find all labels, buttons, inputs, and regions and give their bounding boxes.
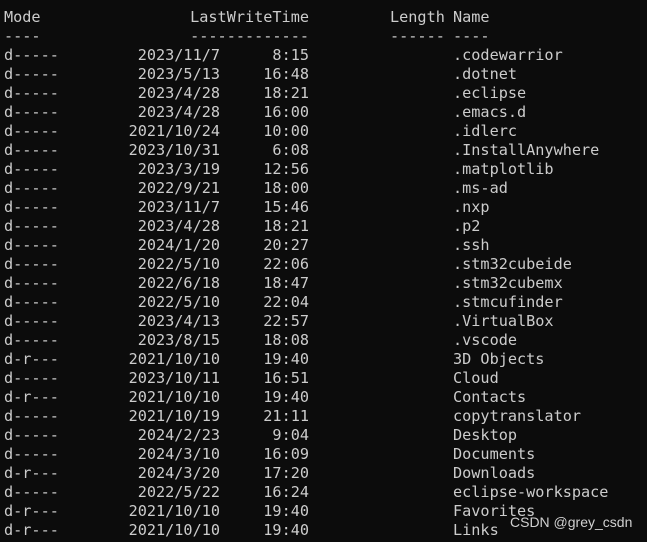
underline-name: ---- xyxy=(453,27,490,45)
row-name: .stm32cubemx xyxy=(453,274,563,292)
row-name: Cloud xyxy=(453,369,499,387)
header-last-write-time: LastWriteTime xyxy=(190,8,309,26)
row-time: 9:04 xyxy=(272,426,309,444)
row-time: 19:40 xyxy=(263,388,309,406)
row-name: .idlerc xyxy=(453,122,518,140)
row-time: 18:08 xyxy=(263,331,309,349)
row-name: Documents xyxy=(453,445,536,463)
row-time: 19:40 xyxy=(263,502,309,520)
row-name: 3D Objects xyxy=(453,350,545,368)
row-time: 16:09 xyxy=(263,445,309,463)
row-time: 16:51 xyxy=(263,369,309,387)
row-name: eclipse-workspace xyxy=(453,483,609,501)
row-name: .stmcufinder xyxy=(453,293,563,311)
row-name: .p2 xyxy=(453,217,481,235)
row-time: 18:47 xyxy=(263,274,309,292)
row-time: 21:11 xyxy=(263,407,309,425)
row-time: 6:08 xyxy=(272,141,309,159)
row-time: 17:20 xyxy=(263,464,309,482)
row-name: .InstallAnywhere xyxy=(453,141,600,159)
row-time: 20:27 xyxy=(263,236,309,254)
row-time: 15:46 xyxy=(263,198,309,216)
row-time: 10:00 xyxy=(263,122,309,140)
underline-length: ------ xyxy=(390,27,445,45)
row-name: .emacs.d xyxy=(453,103,527,121)
row-name: .ssh xyxy=(453,236,490,254)
row-time: 22:06 xyxy=(263,255,309,273)
row-time: 18:21 xyxy=(263,84,309,102)
row-name: .vscode xyxy=(453,331,518,349)
row-name: .ms-ad xyxy=(453,179,508,197)
header-row: Mode LastWriteTime Length Name xyxy=(4,8,490,27)
row-name: .VirtualBox xyxy=(453,312,554,330)
row-name: Links xyxy=(453,521,499,539)
underline-last-write-time: ------------- xyxy=(190,27,309,45)
row-name: .nxp xyxy=(453,198,490,216)
row-time: 12:56 xyxy=(263,160,309,178)
row-name: copytranslator xyxy=(453,407,582,425)
row-name: Desktop xyxy=(453,426,518,444)
terminal-window[interactable]: Mode LastWriteTime Length Name ---- ----… xyxy=(0,0,647,542)
row-name: .eclipse xyxy=(453,84,527,102)
row-time: 8:15 xyxy=(272,46,309,64)
row-time: 22:57 xyxy=(263,312,309,330)
row-time: 16:24 xyxy=(263,483,309,501)
header-length: Length xyxy=(390,8,445,26)
row-time: 19:40 xyxy=(263,521,309,539)
row-time: 16:00 xyxy=(263,103,309,121)
header-name: Name xyxy=(453,8,490,26)
row-name: .codewarrior xyxy=(453,46,563,64)
row-time: 22:04 xyxy=(263,293,309,311)
row-name: Contacts xyxy=(453,388,527,406)
watermark: CSDN @grey_csdn xyxy=(510,514,633,530)
row-name: Downloads xyxy=(453,464,536,482)
row-name: .dotnet xyxy=(453,65,518,83)
row-name: .matplotlib xyxy=(453,160,554,178)
row-time: 18:21 xyxy=(263,217,309,235)
header-underline-row: ---- ------------- ------ ---- xyxy=(4,27,490,46)
row-time: 19:40 xyxy=(263,350,309,368)
row-name: .stm32cubeide xyxy=(453,255,572,273)
row-time: 18:00 xyxy=(263,179,309,197)
row-time: 16:48 xyxy=(263,65,309,83)
